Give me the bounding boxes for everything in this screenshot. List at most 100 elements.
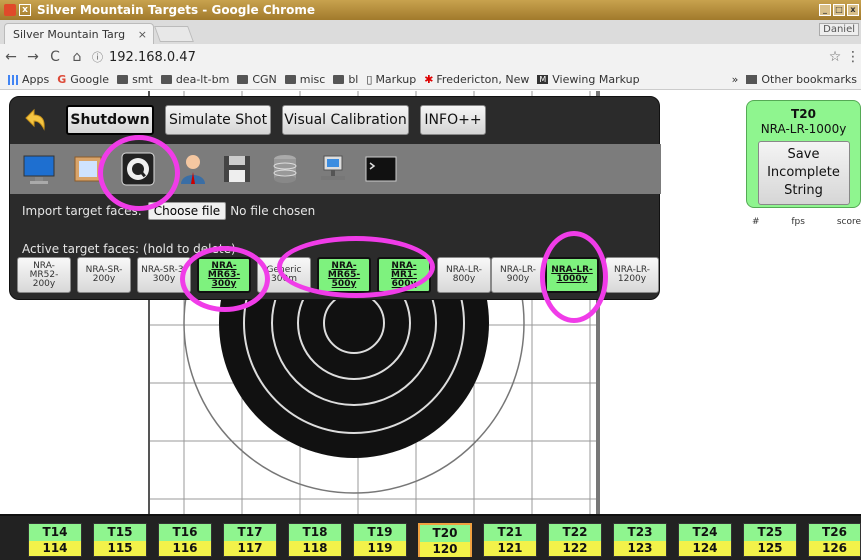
face-button[interactable]: NRA-LR-800y xyxy=(437,257,491,293)
shot-tile[interactable]: T18 118 xyxy=(288,523,342,557)
face-button-active[interactable]: NRA-LR-1000y xyxy=(545,257,599,293)
database-icon[interactable] xyxy=(268,152,302,186)
maple-leaf-icon: ✱ xyxy=(424,73,434,86)
face-button[interactable]: NRA-LR-1200y xyxy=(605,257,659,293)
user-icon[interactable] xyxy=(176,152,210,186)
terminal-icon[interactable] xyxy=(364,152,398,186)
bookmark-apps[interactable]: Apps xyxy=(8,73,49,86)
profile-button[interactable]: Daniel xyxy=(819,23,859,36)
chrome-app-icon xyxy=(4,4,16,16)
window-title: Silver Mountain Targets - Google Chrome xyxy=(37,3,315,17)
url-input[interactable]: ⓘ 192.168.0.47 xyxy=(92,46,825,68)
page-content: Shutdown Simulate Shot Visual Calibratio… xyxy=(0,91,861,560)
wrench-settings-icon[interactable] xyxy=(120,151,156,187)
folder-icon xyxy=(117,75,129,84)
forward-button[interactable]: → xyxy=(22,49,44,65)
bookmark-markup[interactable]: ▯ Markup xyxy=(366,73,416,86)
bookmarks-bar: Apps G Google smt dea-lt-bm CGN misc bl ▯… xyxy=(0,70,861,90)
home-button[interactable]: ⌂ xyxy=(66,49,88,65)
import-label: Import target faces: xyxy=(22,204,142,218)
folder-icon xyxy=(333,75,345,84)
monitor-icon[interactable] xyxy=(22,152,56,186)
picture-icon[interactable] xyxy=(72,152,106,186)
folder-icon xyxy=(160,75,172,84)
tab-strip: Silver Mountain Targ × Daniel xyxy=(0,20,861,44)
shot-tile[interactable]: T16 116 xyxy=(158,523,212,557)
minimize-button[interactable]: _ xyxy=(819,4,831,16)
current-target-face: NRA-LR-1000y xyxy=(760,122,847,136)
bookmark-folder-cgn[interactable]: CGN xyxy=(237,73,277,86)
site-info-icon[interactable]: ⓘ xyxy=(92,49,103,65)
window-titlebar: x Silver Mountain Targets - Google Chrom… xyxy=(0,0,861,20)
bookmark-folder-smt[interactable]: smt xyxy=(117,73,153,86)
close-button[interactable]: x xyxy=(847,4,859,16)
shot-tile[interactable]: T22 122 xyxy=(548,523,602,557)
current-target-id: T20 xyxy=(791,107,816,121)
face-button[interactable]: NRA-SR-3-300y xyxy=(137,257,191,293)
shot-tile[interactable]: T21 121 xyxy=(483,523,537,557)
browser-menu-icon[interactable]: ⋮ xyxy=(845,49,861,65)
target-strip: T14 114 T15 115 T16 116 T17 117 T18 118 T19 11… xyxy=(0,514,861,560)
shutdown-button[interactable]: Shutdown xyxy=(66,105,154,135)
reload-button[interactable]: C xyxy=(44,49,66,65)
bookmarks-overflow-icon[interactable]: » xyxy=(732,73,739,86)
browser-tab-active[interactable]: Silver Mountain Targ × xyxy=(4,23,154,44)
face-button[interactable]: NRA-MR52-200y xyxy=(17,257,71,293)
bookmark-viewing-markup[interactable]: M Viewing Markup xyxy=(537,73,640,86)
col-fps: fps xyxy=(791,217,805,227)
save-incomplete-string-button[interactable]: Save Incomplete String xyxy=(757,141,850,205)
import-row: Import target faces: Choose file No file… xyxy=(22,202,315,220)
control-panel: Shutdown Simulate Shot Visual Calibratio… xyxy=(9,96,661,300)
apps-grid-icon xyxy=(8,74,18,85)
shot-tile[interactable]: T15 115 xyxy=(93,523,147,557)
bookmark-star-icon[interactable]: ☆ xyxy=(825,49,845,65)
shot-tile[interactable]: T24 124 xyxy=(678,523,732,557)
maximize-button[interactable]: □ xyxy=(833,4,845,16)
shot-tile[interactable]: T26 126 xyxy=(808,523,861,557)
face-button-active[interactable]: NRA-MR1-600y xyxy=(377,257,431,293)
shot-tile[interactable]: T23 123 xyxy=(613,523,667,557)
other-bookmarks[interactable]: Other bookmarks xyxy=(761,73,857,86)
save-disk-icon[interactable] xyxy=(220,152,254,186)
back-button[interactable]: ← xyxy=(0,49,22,65)
face-button[interactable]: Generic 300m xyxy=(257,257,311,293)
simulate-shot-button[interactable]: Simulate Shot xyxy=(165,105,271,135)
shot-tile-selected[interactable]: T20 120 xyxy=(418,523,472,557)
shot-tile[interactable]: T14 114 xyxy=(28,523,82,557)
shot-table-header: # fps score xyxy=(752,217,861,227)
url-text: 192.168.0.47 xyxy=(109,49,196,65)
no-file-text: No file chosen xyxy=(230,204,316,218)
back-arrow-icon[interactable] xyxy=(20,105,50,135)
tab-title: Silver Mountain Targ xyxy=(13,27,126,41)
tool-icon-row xyxy=(10,144,661,194)
bookmark-folder-bl[interactable]: bl xyxy=(333,73,358,86)
face-button[interactable]: NRA-SR-200y xyxy=(77,257,131,293)
window-close-small-icon[interactable]: x xyxy=(19,4,31,16)
face-button[interactable]: NRA-LR-900y xyxy=(491,257,545,293)
shot-tile[interactable]: T17 117 xyxy=(223,523,277,557)
bookmark-google[interactable]: G Google xyxy=(57,73,109,86)
current-target-card: T20 NRA-LR-1000y Save Incomplete String xyxy=(746,100,861,208)
bookmark-folder-dea[interactable]: dea-lt-bm xyxy=(160,73,229,86)
new-tab-button[interactable] xyxy=(154,26,194,42)
choose-file-button[interactable]: Choose file xyxy=(147,202,227,220)
visual-calibration-button[interactable]: Visual Calibration xyxy=(282,105,409,135)
folder-icon xyxy=(746,75,758,84)
active-faces-label: Active target faces: (hold to delete) xyxy=(22,242,236,256)
folder-icon xyxy=(284,75,296,84)
bookmark-fredericton[interactable]: ✱ Fredericton, New xyxy=(424,73,529,86)
face-button-active[interactable]: NRA-MR63-300y xyxy=(197,257,251,293)
shot-tile[interactable]: T19 119 xyxy=(353,523,407,557)
info-button[interactable]: INFO++ xyxy=(420,105,486,135)
google-icon: G xyxy=(57,73,67,86)
address-bar: ← → C ⌂ ⓘ 192.168.0.47 ☆ ⋮ xyxy=(0,44,861,70)
bookmark-folder-misc[interactable]: misc xyxy=(284,73,325,86)
col-number: # xyxy=(752,217,760,227)
tab-close-icon[interactable]: × xyxy=(138,28,147,41)
face-button-active[interactable]: NRA-MR65-500y xyxy=(317,257,371,293)
page-icon: ▯ xyxy=(366,73,373,86)
col-score: score xyxy=(836,217,861,227)
shot-tile[interactable]: T25 125 xyxy=(743,523,797,557)
markup-icon: M xyxy=(537,75,549,84)
network-icon[interactable] xyxy=(316,152,350,186)
